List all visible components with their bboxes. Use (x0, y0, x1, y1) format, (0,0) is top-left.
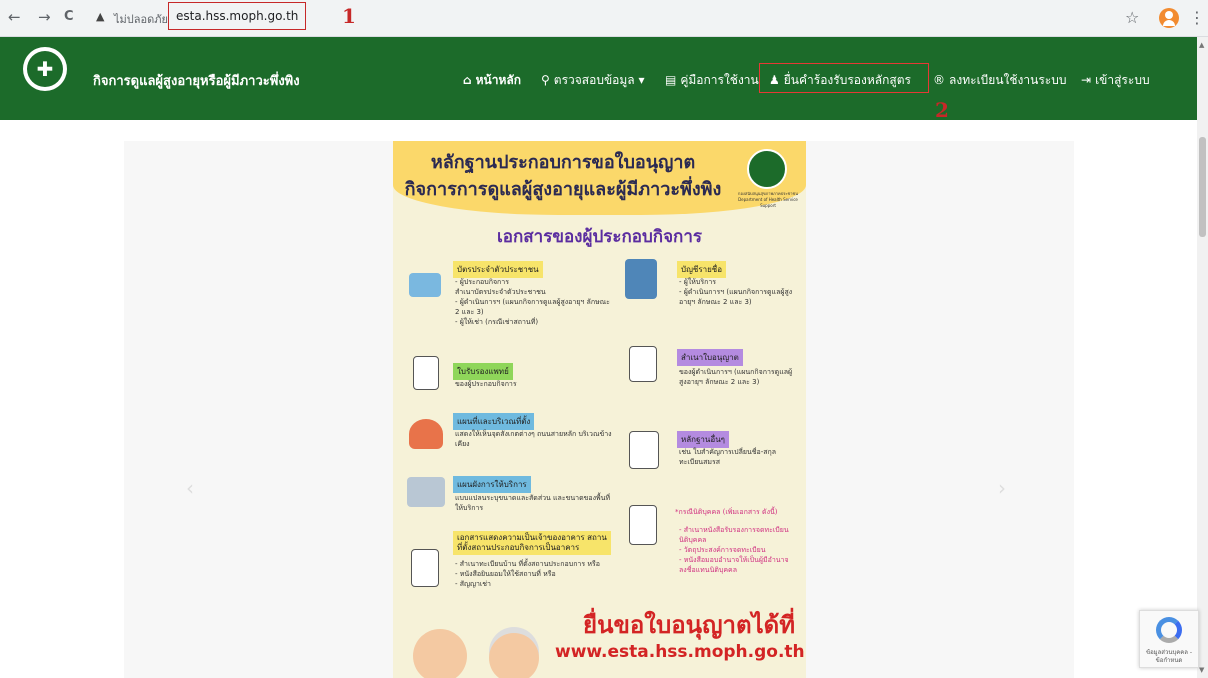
home-icon: ⌂ (463, 73, 472, 87)
poster-item-text: แบบแปลนระบุขนาดและสัดส่วน และขนาดของพื้น… (455, 494, 611, 512)
poster-item-text: - สำเนาทะเบียนบ้าน ที่ตั้งสถานประกอบการ … (455, 560, 600, 588)
annotation-marker-2: 2 (935, 98, 949, 122)
poster-item-text: แสดงให้เห็นจุดสังเกตต่างๆ ถนนสายหลัก บริ… (455, 430, 612, 448)
poster-item-label: แผนที่และบริเวณที่ตั้ง (453, 413, 535, 430)
back-icon[interactable]: ← (8, 8, 21, 26)
reload-icon[interactable]: C (64, 8, 74, 26)
floor-plan-icon (407, 477, 445, 507)
carousel-next-icon[interactable]: › (998, 476, 1006, 500)
site-title[interactable]: กิจการดูแลผู้สูงอายุหรือผู้มีภาวะพึ่งพิง (93, 70, 300, 91)
poster-item-label: ใบรับรองแพทย์ (453, 363, 513, 380)
page-scrollbar[interactable]: ▲ ▼ (1197, 37, 1208, 678)
elderly-man-illustration (413, 629, 467, 678)
poster-subtitle: เอกสารของผู้ประกอบกิจการ (496, 227, 703, 247)
book-icon: ▤ (665, 73, 677, 87)
nav-login[interactable]: ⇥ เข้าสู่ระบบ (1081, 71, 1150, 90)
nav-highlight-box (759, 63, 929, 93)
poster-item-label: *กรณีนิติบุคคล (เพิ่มเอกสาร ดังนี้) (675, 508, 778, 516)
poster-item-text: - ผู้ให้บริการ - ผู้ดำเนินการฯ (แผนกกิจก… (679, 278, 793, 306)
security-status[interactable]: ไม่ปลอดภัย (114, 10, 168, 28)
certificate-icon (629, 505, 657, 545)
address-bar-url[interactable]: esta.hss.moph.go.th (176, 9, 298, 23)
recaptcha-icon (1156, 617, 1182, 643)
profile-avatar[interactable] (1159, 8, 1179, 28)
search-icon: ⚲ (541, 73, 550, 87)
poster-item-text: ของผู้ประกอบกิจการ (455, 380, 517, 388)
poster-item-label: บัตรประจำตัวประชาชน (453, 261, 543, 278)
scrollbar-thumb[interactable] (1199, 137, 1206, 237)
medical-certificate-icon (413, 356, 439, 390)
moph-logo[interactable]: ✚ (23, 47, 67, 91)
nav-manual[interactable]: ▤ คู่มือการใช้งาน (665, 71, 759, 90)
id-card-icon (409, 273, 441, 297)
annotation-marker-1: 1 (342, 4, 356, 28)
document-icon (411, 549, 439, 587)
poster-item-text: เช่น ใบสำคัญการเปลี่ยนชื่อ-สกุล ทะเบียนส… (679, 448, 777, 466)
ledger-book-icon (625, 259, 657, 299)
browser-toolbar: ← → C ▲ ไม่ปลอดภัย esta.hss.moph.go.th 1… (0, 0, 1208, 37)
poster-logo-caption: กองสนับสนุนสุขภาพภาคประชาชน Department o… (738, 191, 798, 208)
registered-icon: ® (933, 73, 945, 87)
scroll-down-icon[interactable]: ▼ (1199, 666, 1204, 674)
warning-icon[interactable]: ▲ (96, 10, 104, 23)
forward-icon[interactable]: → (38, 8, 51, 26)
nav-register[interactable]: ® ลงทะเบียนใช้งานระบบ (933, 71, 1066, 90)
poster-item-label: หลักฐานอื่นๆ (677, 431, 729, 448)
poster-item-text: ของผู้ดำเนินการฯ (แผนกกิจการดูแลผู้สูงอา… (679, 368, 793, 386)
sign-in-icon: ⇥ (1081, 73, 1092, 87)
nav-check-data[interactable]: ⚲ ตรวจสอบข้อมูล ▾ (541, 71, 644, 90)
poster-footer-url: www.esta.hss.moph.go.th (555, 642, 805, 662)
poster-item-label: บัญชีรายชื่อ (677, 261, 727, 278)
map-pin-icon (409, 419, 443, 449)
edit-document-icon (629, 431, 659, 469)
license-copy-icon (629, 346, 657, 382)
poster-item-label: เอกสารแสดงความเป็นเจ้าของอาคาร สถานที่ตั… (453, 531, 611, 555)
elderly-woman-illustration (489, 633, 539, 678)
bookmark-star-icon[interactable]: ☆ (1125, 8, 1139, 27)
poster-logo (747, 149, 787, 189)
poster-item-text: - สำเนาหนังสือรับรองการจดทะเบียนนิติบุคค… (679, 526, 789, 574)
poster-title: หลักฐานประกอบการขอใบอนุญาต กิจการการดูแล… (404, 152, 722, 200)
recaptcha-text[interactable]: ข้อมูลส่วนบุคคล - ข้อกำหนด (1142, 649, 1196, 665)
recaptcha-badge[interactable]: ข้อมูลส่วนบุคคล - ข้อกำหนด (1139, 610, 1199, 668)
poster-footer-title: ยื่นขอใบอนุญาตได้ที่ (583, 611, 796, 639)
carousel-prev-icon[interactable]: ‹ (186, 476, 194, 500)
poster-item-text: - ผู้ประกอบกิจการ สำเนาบัตรประจำตัวประชา… (455, 278, 610, 326)
scroll-up-icon[interactable]: ▲ (1199, 41, 1204, 49)
poster-item-label: สำเนาใบอนุญาต (677, 349, 743, 366)
poster-item-label: แผนผังการให้บริการ (453, 476, 531, 493)
license-poster: หลักฐานประกอบการขอใบอนุญาต กิจการการดูแล… (393, 141, 806, 678)
nav-home[interactable]: ⌂ หน้าหลัก (463, 71, 521, 90)
browser-menu-icon[interactable]: ⋮ (1189, 8, 1205, 27)
